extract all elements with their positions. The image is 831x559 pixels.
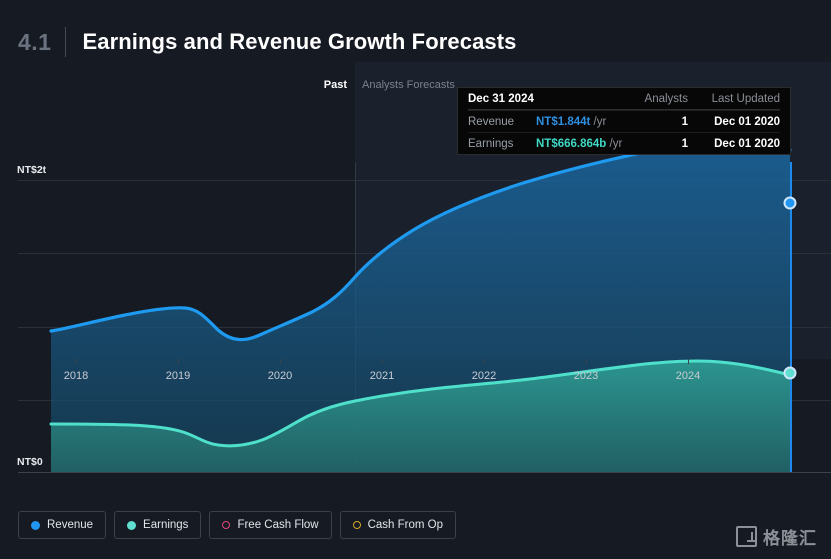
legend-label: Cash From Op	[367, 519, 444, 531]
page-title: Earnings and Revenue Growth Forecasts	[82, 29, 517, 54]
tooltip-earnings-analysts: 1	[681, 137, 688, 150]
header-divider	[65, 27, 67, 57]
chart-legend: Revenue Earnings Free Cash Flow Cash Fro…	[18, 511, 457, 539]
tooltip-metric-value: NT$666.864b /yr	[536, 138, 626, 150]
x-tick-2023: 2023	[573, 370, 599, 382]
tooltip-revenue-unit: /yr	[593, 115, 607, 128]
tooltip-date: Dec 31 2024	[468, 92, 534, 105]
tooltip-revenue-analysts: 1	[681, 115, 688, 128]
x-tick-2018: 2018	[63, 370, 89, 382]
tooltip-row-earnings: Earnings NT$666.864b /yr 1 Dec 01 2020	[468, 132, 780, 154]
tooltip-analysts-header: Analysts	[644, 92, 688, 105]
earnings-swatch-icon	[127, 520, 137, 530]
revenue-swatch-icon	[31, 520, 40, 530]
x-tick-2021: 2021	[369, 370, 395, 382]
watermark-text: 格隆汇	[763, 529, 817, 548]
legend-label: Free Cash Flow	[237, 519, 319, 531]
revenue-data-marker[interactable]	[783, 196, 797, 210]
legend-item-cash-from-op[interactable]: Cash From Op	[339, 511, 457, 539]
chart-tooltip: Dec 31 2024 Analysts Last Updated Revenu…	[457, 87, 791, 155]
cash-from-op-swatch-icon	[352, 521, 361, 529]
tooltip-metric-name: Revenue	[468, 115, 515, 128]
earnings-data-marker[interactable]	[783, 366, 797, 380]
forecast-period-label: Analysts Forecasts	[362, 79, 455, 91]
watermark: 格隆汇	[736, 524, 817, 549]
legend-item-free-cash-flow[interactable]: Free Cash Flow	[209, 511, 332, 539]
tooltip-earnings-amount: NT$666.864b	[536, 137, 607, 150]
page-header: 4.1 Earnings and Revenue Growth Forecast…	[0, 0, 831, 62]
tooltip-updated-header: Last Updated	[711, 92, 780, 105]
legend-item-earnings[interactable]: Earnings	[114, 511, 202, 539]
x-tick-2022: 2022	[471, 370, 497, 382]
legend-item-revenue[interactable]: Revenue	[18, 511, 107, 539]
tooltip-earnings-unit: /yr	[609, 137, 623, 150]
x-tick-2024: 2024	[675, 370, 701, 382]
y-axis-label-bottom: NT$0	[17, 454, 48, 470]
tooltip-metric-value: NT$1.844t /yr	[536, 116, 626, 128]
tooltip-row-revenue: Revenue NT$1.844t /yr 1 Dec 01 2020	[468, 110, 780, 132]
legend-label: Revenue	[47, 519, 94, 531]
section-number: 4.1	[18, 28, 52, 55]
tooltip-header-row: Dec 31 2024 Analysts Last Updated	[468, 88, 780, 110]
tooltip-earnings-updated: Dec 01 2020	[714, 137, 780, 150]
tooltip-revenue-amount: NT$1.844t	[536, 115, 591, 128]
free-cash-flow-swatch-icon	[222, 521, 231, 529]
x-tick-2020: 2020	[267, 370, 293, 382]
tooltip-metric-name: Earnings	[468, 137, 514, 150]
tooltip-revenue-updated: Dec 01 2020	[714, 115, 780, 128]
legend-label: Earnings	[143, 519, 189, 531]
x-axis: 2018 2019 2020 2021 2022 2023 2024	[0, 359, 831, 399]
y-axis-label-top: NT$2t	[17, 162, 52, 178]
past-period-label: Past	[323, 79, 347, 91]
x-tick-2019: 2019	[165, 370, 191, 382]
brand-logo-icon	[736, 526, 757, 547]
